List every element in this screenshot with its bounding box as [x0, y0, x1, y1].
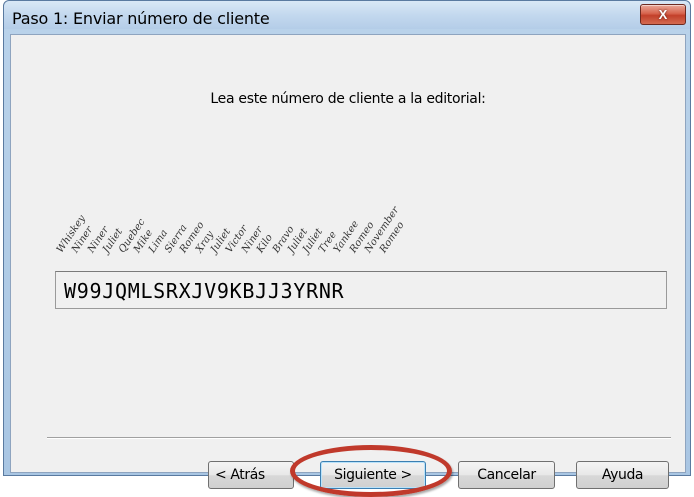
instruction-text: Lea este número de cliente a la editoria…: [210, 91, 486, 107]
dialog-content: Lea este número de cliente a la editoria…: [10, 34, 686, 497]
phonetic-spelling: Whiskey Niner Niner Juliet Quebec Mike Lima Sie…: [55, 123, 504, 255]
close-icon: X: [658, 7, 668, 22]
divider: [47, 437, 671, 439]
help-button[interactable]: Ayuda: [576, 461, 669, 489]
back-button[interactable]: < Atrás: [208, 461, 294, 489]
cancel-button[interactable]: Cancelar: [458, 461, 555, 489]
title-bar[interactable]: Paso 1: Enviar número de cliente X: [4, 1, 690, 29]
dialog-window: Paso 1: Enviar número de cliente X Lea e…: [3, 0, 691, 497]
client-number-field[interactable]: W99JQMLSRXJV9KBJJ3YRNR: [55, 271, 667, 309]
close-button[interactable]: X: [640, 4, 686, 25]
window-title: Paso 1: Enviar número de cliente: [12, 9, 270, 28]
highlight-annotation: [290, 445, 452, 497]
